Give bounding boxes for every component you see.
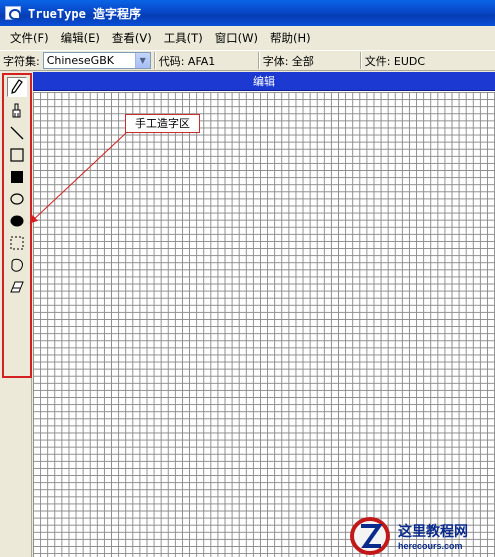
tool-freeform-select[interactable] <box>7 255 27 275</box>
hollow-rectangle-icon <box>10 148 24 162</box>
menu-file[interactable]: 文件(F) <box>4 30 55 46</box>
editor-header: 编辑 <box>33 72 495 91</box>
menu-window[interactable]: 窗口(W) <box>209 30 264 46</box>
watermark-cn: 这里教程网 <box>398 523 468 540</box>
file-field: 文件: EUDC <box>364 54 426 68</box>
tool-filled-ellipse[interactable] <box>7 211 27 231</box>
info-bar: 字符集: ChineseGBK ▼ 代码: AFA1 字体: 全部 文件: EU… <box>0 50 495 71</box>
filled-rectangle-icon <box>11 171 23 183</box>
watermark-en: herecours.com <box>398 540 463 551</box>
eraser-icon <box>10 281 24 293</box>
app-icon <box>5 6 21 20</box>
menu-help[interactable]: 帮助(H) <box>264 30 317 46</box>
charset-label: 字符集: <box>3 54 40 68</box>
window-title: TrueType 造字程序 <box>28 6 142 21</box>
watermark: 这里教程网 herecours.com <box>348 514 495 557</box>
tool-pencil[interactable] <box>7 77 27 97</box>
tool-eraser[interactable] <box>7 277 27 297</box>
chevron-down-icon[interactable]: ▼ <box>134 53 150 68</box>
annotation-label: 手工造字区 <box>125 114 200 133</box>
menu-bar: 文件(F) 编辑(E) 查看(V) 工具(T) 窗口(W) 帮助(H) <box>0 28 495 48</box>
tool-filled-rectangle[interactable] <box>7 167 27 187</box>
menu-edit[interactable]: 编辑(E) <box>55 30 106 46</box>
tool-line[interactable] <box>7 123 27 143</box>
menu-tools[interactable]: 工具(T) <box>158 30 209 46</box>
charset-value: ChineseGBK <box>46 54 114 67</box>
separator <box>359 52 362 69</box>
tool-hollow-rectangle[interactable] <box>7 145 27 165</box>
glyph-edit-grid[interactable] <box>33 92 495 557</box>
tool-brush[interactable] <box>7 101 27 121</box>
line-icon <box>10 126 24 140</box>
rectangular-select-icon <box>10 236 24 250</box>
editor-panel: 编辑 <box>33 72 495 557</box>
hollow-ellipse-icon <box>10 193 24 205</box>
toolbox <box>2 73 32 378</box>
watermark-logo <box>350 516 390 555</box>
tool-rectangular-select[interactable] <box>7 233 27 253</box>
charset-select[interactable]: ChineseGBK ▼ <box>42 52 151 69</box>
separator <box>257 52 260 69</box>
code-field: 代码: AFA1 <box>158 54 216 68</box>
toolbox-empty-area <box>2 378 32 557</box>
freeform-select-icon <box>11 258 23 272</box>
menu-view[interactable]: 查看(V) <box>106 30 158 46</box>
title-bar: TrueType 造字程序 <box>0 0 495 26</box>
pencil-icon <box>11 79 23 94</box>
font-field: 字体: 全部 <box>262 54 314 68</box>
filled-ellipse-icon <box>10 215 24 227</box>
main-area: 编辑 <box>0 72 495 557</box>
separator <box>153 52 156 69</box>
tool-hollow-ellipse[interactable] <box>7 189 27 209</box>
brush-icon <box>12 103 21 118</box>
